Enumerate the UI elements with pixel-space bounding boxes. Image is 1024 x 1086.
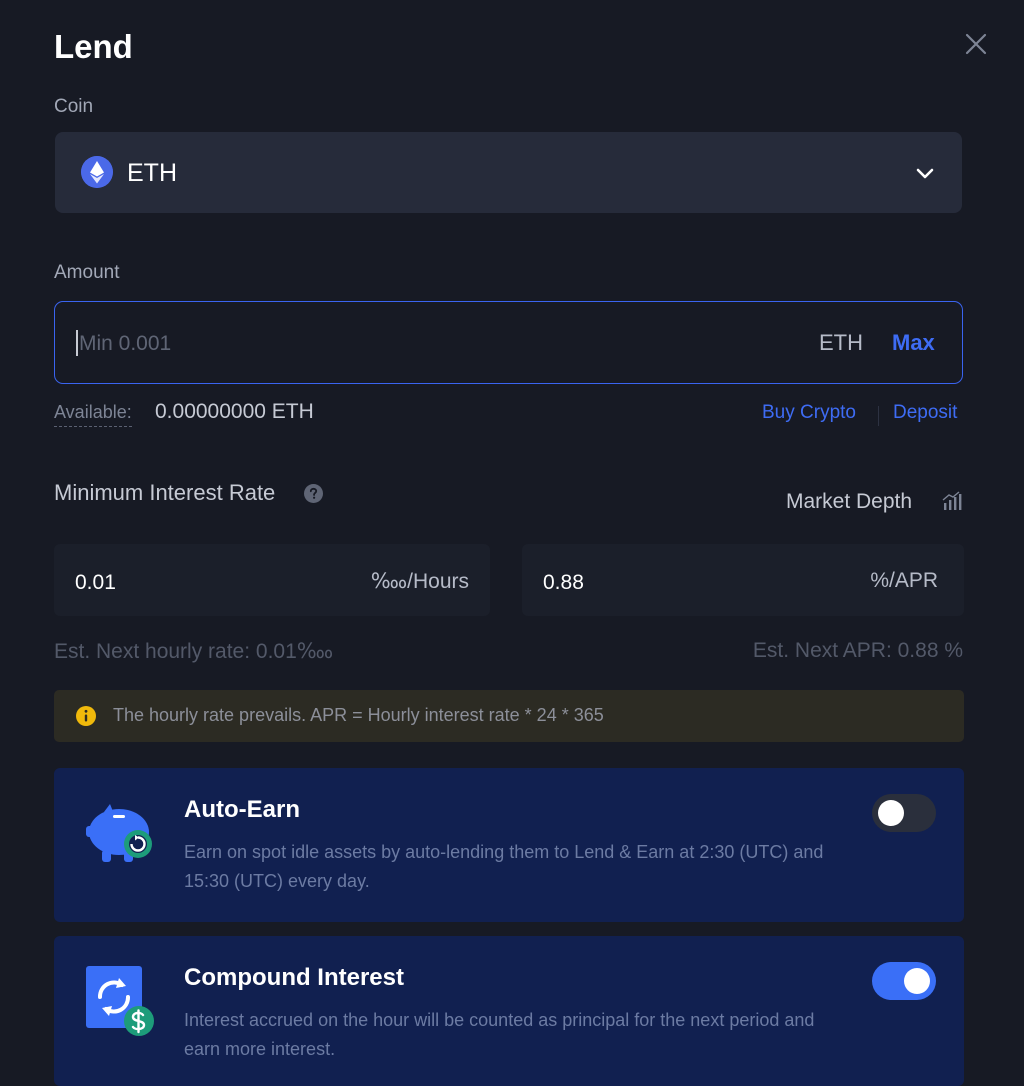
available-value: 0.00000000 ETH (155, 400, 314, 423)
chevron-down-icon (916, 168, 934, 179)
compound-title: Compound Interest (184, 964, 404, 991)
hourly-rate-unit: ‱/Hours (370, 570, 469, 593)
amount-label: Amount (54, 262, 120, 283)
link-divider (878, 406, 879, 426)
est-apr: Est. Next APR: 0.88 % (752, 639, 963, 662)
toggle-knob (904, 968, 930, 994)
compound-description: Interest accrued on the hour will be cou… (184, 1010, 815, 1059)
eth-icon (81, 156, 113, 188)
max-button[interactable]: Max (892, 330, 935, 356)
coin-label: Coin (54, 96, 94, 117)
notice-banner: The hourly rate prevails. APR = Hourly i… (54, 690, 964, 742)
coin-selected: ETH (127, 159, 177, 187)
apr-rate-unit: %/APR (870, 569, 938, 592)
auto-earn-description: Earn on spot idle assets by auto-lending… (184, 842, 824, 891)
apr-rate-value: 0.88 (543, 571, 584, 594)
available-label: Available: (54, 402, 132, 427)
hourly-rate-value: 0.01 (75, 571, 116, 594)
dialog-title: Lend (54, 28, 133, 65)
coin-select[interactable]: ETH (55, 132, 962, 213)
toggle-knob (878, 800, 904, 826)
est-hourly-rate: Est. Next hourly rate: 0.01‱ (54, 640, 334, 663)
auto-earn-title: Auto-Earn (184, 796, 300, 823)
auto-earn-card: Auto-Earn Earn on spot idle assets by au… (54, 768, 964, 922)
min-interest-title: Minimum Interest Rate (54, 480, 276, 505)
close-icon[interactable] (962, 30, 990, 58)
deposit-link[interactable]: Deposit (893, 402, 957, 424)
buy-crypto-link[interactable]: Buy Crypto (762, 402, 856, 424)
amount-unit: ETH (819, 330, 863, 355)
market-depth-icon[interactable] (942, 491, 962, 511)
market-depth-link[interactable]: Market Depth (786, 490, 912, 514)
info-icon (76, 706, 96, 726)
text-caret (76, 330, 78, 356)
piggy-bank-icon (86, 804, 152, 862)
compound-refresh-icon (86, 966, 154, 1036)
auto-earn-toggle[interactable] (872, 794, 936, 832)
amount-placeholder: Min 0.001 (79, 332, 172, 355)
notice-text: The hourly rate prevails. APR = Hourly i… (113, 705, 604, 725)
compound-toggle[interactable] (872, 962, 936, 1000)
hourly-rate-input[interactable]: 0.01 ‱/Hours (54, 544, 490, 616)
apr-rate-input[interactable]: 0.88 %/APR (522, 544, 964, 616)
amount-input[interactable]: Min 0.001 ETH Max (54, 301, 963, 384)
compound-interest-card: Compound Interest Interest accrued on th… (54, 936, 964, 1086)
help-icon[interactable] (304, 484, 323, 503)
